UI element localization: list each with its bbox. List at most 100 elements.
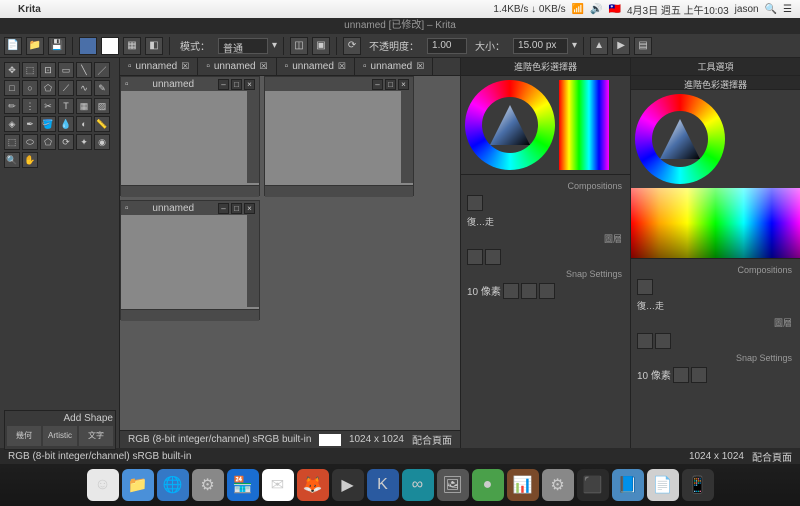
close-icon[interactable]: ☒ bbox=[338, 61, 346, 72]
dock-item[interactable]: ● bbox=[472, 469, 504, 501]
assist-tool[interactable]: ◐ bbox=[76, 116, 92, 132]
select-poly-tool[interactable]: ⬠ bbox=[40, 134, 56, 150]
layer-btn[interactable] bbox=[467, 249, 483, 265]
close-icon[interactable]: ☒ bbox=[260, 61, 268, 72]
maximize-button[interactable]: □ bbox=[231, 79, 242, 90]
select-tool[interactable]: ▭ bbox=[58, 62, 74, 78]
mirror-h-button[interactable]: ▲ bbox=[590, 37, 608, 55]
snap-btn[interactable] bbox=[521, 283, 537, 299]
fill-tool[interactable]: 🪣 bbox=[40, 116, 56, 132]
alpha-button[interactable]: ▣ bbox=[312, 37, 330, 55]
user-name[interactable]: jason bbox=[735, 4, 759, 15]
scrollbar-v[interactable] bbox=[401, 91, 413, 183]
freehand-tool[interactable]: ✎ bbox=[94, 80, 110, 96]
volume-icon[interactable]: 🔊 bbox=[590, 4, 602, 15]
dock-item[interactable]: 🦊 bbox=[297, 469, 329, 501]
dock-item[interactable]: 📁 bbox=[122, 469, 154, 501]
polyline-tool[interactable]: ⟋ bbox=[58, 80, 74, 96]
close-button[interactable]: × bbox=[244, 203, 255, 214]
dock-item[interactable]: 📘 bbox=[612, 469, 644, 501]
deform-tool[interactable]: ◈ bbox=[4, 116, 20, 132]
gradient-button[interactable]: ◧ bbox=[145, 37, 163, 55]
search-icon[interactable]: 🔍 bbox=[765, 4, 777, 15]
pattern-button[interactable]: ▦ bbox=[123, 37, 141, 55]
maximize-button[interactable]: □ bbox=[231, 203, 242, 214]
crop-tool[interactable]: ⊡ bbox=[40, 62, 56, 78]
minimize-button[interactable]: – bbox=[218, 203, 229, 214]
doc-window-1[interactable]: ▫unnamed–□× bbox=[120, 76, 260, 196]
dock-item[interactable]: 📱 bbox=[682, 469, 714, 501]
tab-1[interactable]: ▫unnamed☒ bbox=[120, 58, 198, 75]
mode-select[interactable]: 普通 bbox=[218, 38, 268, 54]
snap-btn[interactable] bbox=[539, 283, 555, 299]
select-ellipse-tool[interactable]: ⬭ bbox=[22, 134, 38, 150]
app-menu[interactable]: Krita bbox=[18, 4, 41, 15]
dock-item[interactable]: ☺ bbox=[87, 469, 119, 501]
scrollbar-h[interactable] bbox=[121, 309, 259, 321]
dock-item[interactable]: ⚙ bbox=[542, 469, 574, 501]
gradient-tool[interactable]: ▦ bbox=[76, 98, 92, 114]
canvas[interactable] bbox=[121, 91, 259, 185]
close-icon[interactable]: ☒ bbox=[181, 61, 189, 72]
polygon-tool[interactable]: ⬠ bbox=[40, 80, 56, 96]
layer-btn[interactable] bbox=[655, 333, 671, 349]
comp-btn[interactable] bbox=[637, 279, 653, 295]
dock-item[interactable]: K bbox=[367, 469, 399, 501]
fit-select[interactable]: 配合頁面 bbox=[412, 432, 452, 447]
zoom-tool[interactable]: 🔍 bbox=[4, 152, 20, 168]
line-tool[interactable]: ／ bbox=[94, 62, 110, 78]
sv-triangle[interactable] bbox=[490, 105, 530, 145]
dock-item[interactable]: 🖼 bbox=[437, 469, 469, 501]
select-color-tool[interactable]: ◉ bbox=[94, 134, 110, 150]
dock-item[interactable]: ⬛ bbox=[577, 469, 609, 501]
chevron-down-icon[interactable]: ▾ bbox=[272, 40, 277, 51]
brush-tool[interactable]: ╲ bbox=[76, 62, 92, 78]
dock-item[interactable]: ✉ bbox=[262, 469, 294, 501]
workspace-button[interactable]: ▤ bbox=[634, 37, 652, 55]
scrollbar-v[interactable] bbox=[247, 91, 259, 183]
doc-window-3[interactable]: ▫unnamed–□× bbox=[120, 200, 260, 320]
close-button[interactable]: × bbox=[244, 79, 255, 90]
rect-tool[interactable]: □ bbox=[4, 80, 20, 96]
reload-button[interactable]: ⟳ bbox=[343, 37, 361, 55]
close-icon[interactable]: ☒ bbox=[416, 61, 424, 72]
measure-tool[interactable]: 📏 bbox=[94, 116, 110, 132]
layer-btn[interactable] bbox=[485, 249, 501, 265]
dock-item[interactable]: ∞ bbox=[402, 469, 434, 501]
addshape-tab-geom[interactable]: 幾何 bbox=[7, 426, 41, 446]
save-button[interactable]: 💾 bbox=[48, 37, 66, 55]
select-contig-tool[interactable]: ✦ bbox=[76, 134, 92, 150]
snap-btn[interactable] bbox=[691, 367, 707, 383]
dock-item[interactable]: 🌐 bbox=[157, 469, 189, 501]
dock-item[interactable]: 🏪 bbox=[227, 469, 259, 501]
hue-wheel[interactable] bbox=[465, 80, 555, 170]
minimize-button[interactable]: – bbox=[218, 79, 229, 90]
layer-btn[interactable] bbox=[637, 333, 653, 349]
color-bg[interactable] bbox=[101, 37, 119, 55]
canvas[interactable] bbox=[121, 215, 259, 309]
mirror-v-button[interactable]: ▶ bbox=[612, 37, 630, 55]
dock-item[interactable]: ▶ bbox=[332, 469, 364, 501]
color-fg[interactable] bbox=[79, 37, 97, 55]
color-spectrum[interactable] bbox=[631, 188, 800, 258]
canvas[interactable] bbox=[265, 91, 413, 185]
select-rect-tool[interactable]: ⬚ bbox=[4, 134, 20, 150]
tab-4[interactable]: ▫unnamed☒ bbox=[355, 58, 433, 75]
size-input[interactable]: 15.00 px bbox=[513, 38, 568, 54]
move-tool[interactable]: ✥ bbox=[4, 62, 20, 78]
minimize-button[interactable]: – bbox=[372, 79, 383, 90]
snap-btn[interactable] bbox=[673, 367, 689, 383]
hue-strip[interactable] bbox=[559, 80, 609, 170]
picker-tool[interactable]: 💧 bbox=[58, 116, 74, 132]
chevron-down-icon[interactable]: ▾ bbox=[572, 40, 577, 51]
hue-wheel[interactable] bbox=[635, 94, 725, 184]
tab-3[interactable]: ▫unnamed☒ bbox=[277, 58, 355, 75]
menu-icon[interactable]: ☰ bbox=[783, 4, 792, 15]
scrollbar-h[interactable] bbox=[265, 185, 413, 197]
doc-window-2[interactable]: –□× bbox=[264, 76, 414, 196]
text-tool[interactable]: T bbox=[58, 98, 74, 114]
ellipse-tool[interactable]: ○ bbox=[22, 80, 38, 96]
open-button[interactable]: 📁 bbox=[26, 37, 44, 55]
addshape-tab-artistic[interactable]: Artistic bbox=[43, 426, 77, 446]
transform-tool[interactable]: ⬚ bbox=[22, 62, 38, 78]
